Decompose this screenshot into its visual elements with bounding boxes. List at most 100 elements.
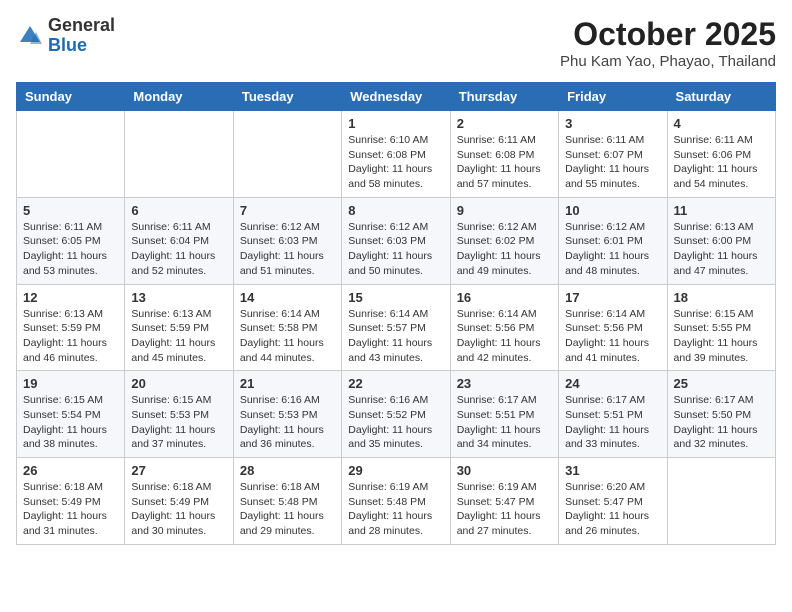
sunrise-time: Sunrise: 6:12 AM xyxy=(565,221,645,233)
calendar-cell: 17Sunrise: 6:14 AMSunset: 5:56 PMDayligh… xyxy=(559,284,667,371)
calendar-cell: 9 Sunrise: 6:12 AMSunset: 6:02 PMDaylight… xyxy=(450,197,558,284)
cell-info-line: and 42 minutes. xyxy=(457,352,532,364)
cell-info: Sunrise: 6:15 AM Sunset: 5:53 PM Daylight:… xyxy=(131,393,226,452)
daylight-hours: Daylight: 11 hours xyxy=(131,337,215,349)
daylight-hours: Daylight: 11 hours xyxy=(348,250,432,262)
daylight-hours: Daylight: 11 hours xyxy=(240,424,324,436)
daylight-hours: Daylight: 11 hours xyxy=(457,424,541,436)
daylight-hours: Daylight: 11 hours xyxy=(348,424,432,436)
cell-info-line: and 28 minutes. xyxy=(348,525,423,537)
logo-blue: Blue xyxy=(48,35,87,55)
sunset-time: Sunset: 5:53 PM xyxy=(131,409,209,421)
sunset-time: Sunset: 6:01 PM xyxy=(565,235,643,247)
cell-info: Sunrise: 6:18 AMSunset: 5:49 PMDaylight:… xyxy=(23,480,118,539)
cell-info: Sunrise: 6:14 AMSunset: 5:57 PMDaylight:… xyxy=(348,307,443,366)
daylight-hours: Daylight: 11 hours xyxy=(240,337,324,349)
cell-info: Sunrise: 6:10 AM Sunset: 6:08 PM Daylight:… xyxy=(348,133,443,192)
sunset-time: Sunset: 5:55 PM xyxy=(674,322,752,334)
day-number: 31 xyxy=(565,463,660,478)
sunset-time: Sunset: 5:59 PM xyxy=(131,322,209,334)
sunrise-time: Sunrise: 6:17 AM xyxy=(674,394,754,406)
day-number: 16 xyxy=(457,290,552,305)
day-number: 12 xyxy=(23,290,118,305)
day-number: 2 xyxy=(457,116,552,131)
calendar-cell: 19Sunrise: 6:15 AMSunset: 5:54 PMDayligh… xyxy=(17,371,125,458)
day-number: 28 xyxy=(240,463,335,478)
day-number: 7 xyxy=(240,203,335,218)
calendar-cell: 10Sunrise: 6:12 AMSunset: 6:01 PMDayligh… xyxy=(559,197,667,284)
day-number: 21 xyxy=(240,376,335,391)
cell-info: Sunrise: 6:17 AMSunset: 5:50 PMDaylight:… xyxy=(674,393,769,452)
sunrise-time: Sunrise: 6:15 AM xyxy=(131,394,211,406)
sunset-time: Sunset: 5:56 PM xyxy=(457,322,535,334)
cell-info: Sunrise: 6:11 AMSunset: 6:08 PMDaylight:… xyxy=(457,133,552,192)
calendar-week-row: 5Sunrise: 6:11 AMSunset: 6:05 PMDaylight… xyxy=(17,197,776,284)
day-number: 17 xyxy=(565,290,660,305)
calendar-table: SundayMondayTuesdayWednesdayThursdayFrid… xyxy=(16,82,776,545)
cell-info: Sunrise: 6:18 AMSunset: 5:49 PMDaylight:… xyxy=(131,480,226,539)
calendar-cell: 22Sunrise: 6:16 AMSunset: 5:52 PMDayligh… xyxy=(342,371,450,458)
calendar-cell: 30Sunrise: 6:19 AMSunset: 5:47 PMDayligh… xyxy=(450,458,558,545)
day-number: 13 xyxy=(131,290,226,305)
weekday-header: Friday xyxy=(559,83,667,111)
cell-info: Sunrise: 6:12 AMSunset: 6:03 PMDaylight:… xyxy=(348,220,443,279)
sunrise-time: Sunrise: 6:13 AM xyxy=(23,308,103,320)
cell-info: Sunrise: 6:16 AMSunset: 5:53 PMDaylight:… xyxy=(240,393,335,452)
calendar-cell: 26Sunrise: 6:18 AMSunset: 5:49 PMDayligh… xyxy=(17,458,125,545)
cell-info: Sunrise: 6:12 AMSunset: 6:03 PMDaylight:… xyxy=(240,220,335,279)
cell-info: Sunrise: 6:12 AMSunset: 6:02 PMDaylight:… xyxy=(457,220,552,279)
calendar-cell: 11Sunrise: 6:13 AMSunset: 6:00 PMDayligh… xyxy=(667,197,775,284)
sunset-time: Sunset: 6:08 PM xyxy=(348,149,426,161)
calendar-cell: 5Sunrise: 6:11 AMSunset: 6:05 PMDaylight… xyxy=(17,197,125,284)
cell-info-line: and 52 minutes. xyxy=(131,265,206,277)
sunset-time: Sunset: 6:02 PM xyxy=(457,235,535,247)
sunset-time: Sunset: 5:51 PM xyxy=(565,409,643,421)
sunrise-time: Sunrise: 6:16 AM xyxy=(348,394,428,406)
cell-info-line: and 36 minutes. xyxy=(240,438,315,450)
daylight-hours: Daylight: 11 hours xyxy=(240,250,324,262)
calendar-cell: 23Sunrise: 6:17 AMSunset: 5:51 PMDayligh… xyxy=(450,371,558,458)
sunrise-time: Sunrise: 6:14 AM xyxy=(240,308,320,320)
sunrise-time: Sunrise: 6:10 AM xyxy=(348,134,428,146)
sunrise-time: Sunrise: 6:14 AM xyxy=(565,308,645,320)
daylight-hours: Daylight: 11 hours xyxy=(131,424,215,436)
sunrise-time: Sunrise: 6:18 AM xyxy=(131,481,211,493)
sunrise-time: Sunrise: 6:18 AM xyxy=(23,481,103,493)
sunrise-time: Sunrise: 6:15 AM xyxy=(674,308,754,320)
weekday-header: Thursday xyxy=(450,83,558,111)
cell-info: Sunrise: 6:17 AMSunset: 5:51 PMDaylight:… xyxy=(565,393,660,452)
cell-info-line: and 31 minutes. xyxy=(23,525,98,537)
cell-info: Sunrise: 6:14 AMSunset: 5:56 PMDaylight:… xyxy=(565,307,660,366)
sunrise-time: Sunrise: 6:11 AM xyxy=(674,134,753,146)
calendar-cell xyxy=(233,111,341,198)
calendar-week-row: 12 Sunrise: 6:13 AM Sunset: 5:59 PM Dayligh… xyxy=(17,284,776,371)
cell-info-line: and 37 minutes. xyxy=(131,438,206,450)
daylight-hours: Daylight: 11 hours xyxy=(23,510,107,522)
sunset-time: Sunset: 5:58 PM xyxy=(240,322,318,334)
cell-info: Sunrise: 6:17 AMSunset: 5:51 PMDaylight:… xyxy=(457,393,552,452)
calendar-cell xyxy=(667,458,775,545)
sunset-time: Sunset: 6:03 PM xyxy=(348,235,426,247)
cell-info-line: and 50 minutes. xyxy=(348,265,423,277)
cell-info-line: and 55 minutes. xyxy=(565,178,640,190)
cell-info-line: and 51 minutes. xyxy=(240,265,315,277)
sunset-time: Sunset: 6:00 PM xyxy=(674,235,752,247)
sunrise-time: Sunrise: 6:17 AM xyxy=(565,394,645,406)
day-number: 11 xyxy=(674,203,769,218)
cell-info: Sunrise: 6:15 AMSunset: 5:55 PMDaylight:… xyxy=(674,307,769,366)
sunrise-time: Sunrise: 6:14 AM xyxy=(348,308,428,320)
daylight-hours: Daylight: 11 hours xyxy=(348,163,432,175)
cell-info: Sunrise: 6:14 AM Sunset: 5:58 PM Daylight:… xyxy=(240,307,335,366)
title-area: October 2025 Phu Kam Yao, Phayao, Thaila… xyxy=(560,16,776,70)
daylight-hours: Daylight: 11 hours xyxy=(457,250,541,262)
sunrise-time: Sunrise: 6:11 AM xyxy=(565,134,644,146)
daylight-hours: Daylight: 11 hours xyxy=(565,250,649,262)
sunset-time: Sunset: 5:56 PM xyxy=(565,322,643,334)
cell-info-line: and 45 minutes. xyxy=(131,352,206,364)
cell-info-line: and 57 minutes. xyxy=(457,178,532,190)
day-number: 9 xyxy=(457,203,552,218)
cell-info-line: and 46 minutes. xyxy=(23,352,98,364)
sunset-time: Sunset: 5:57 PM xyxy=(348,322,426,334)
day-number: 14 xyxy=(240,290,335,305)
day-number: 15 xyxy=(348,290,443,305)
